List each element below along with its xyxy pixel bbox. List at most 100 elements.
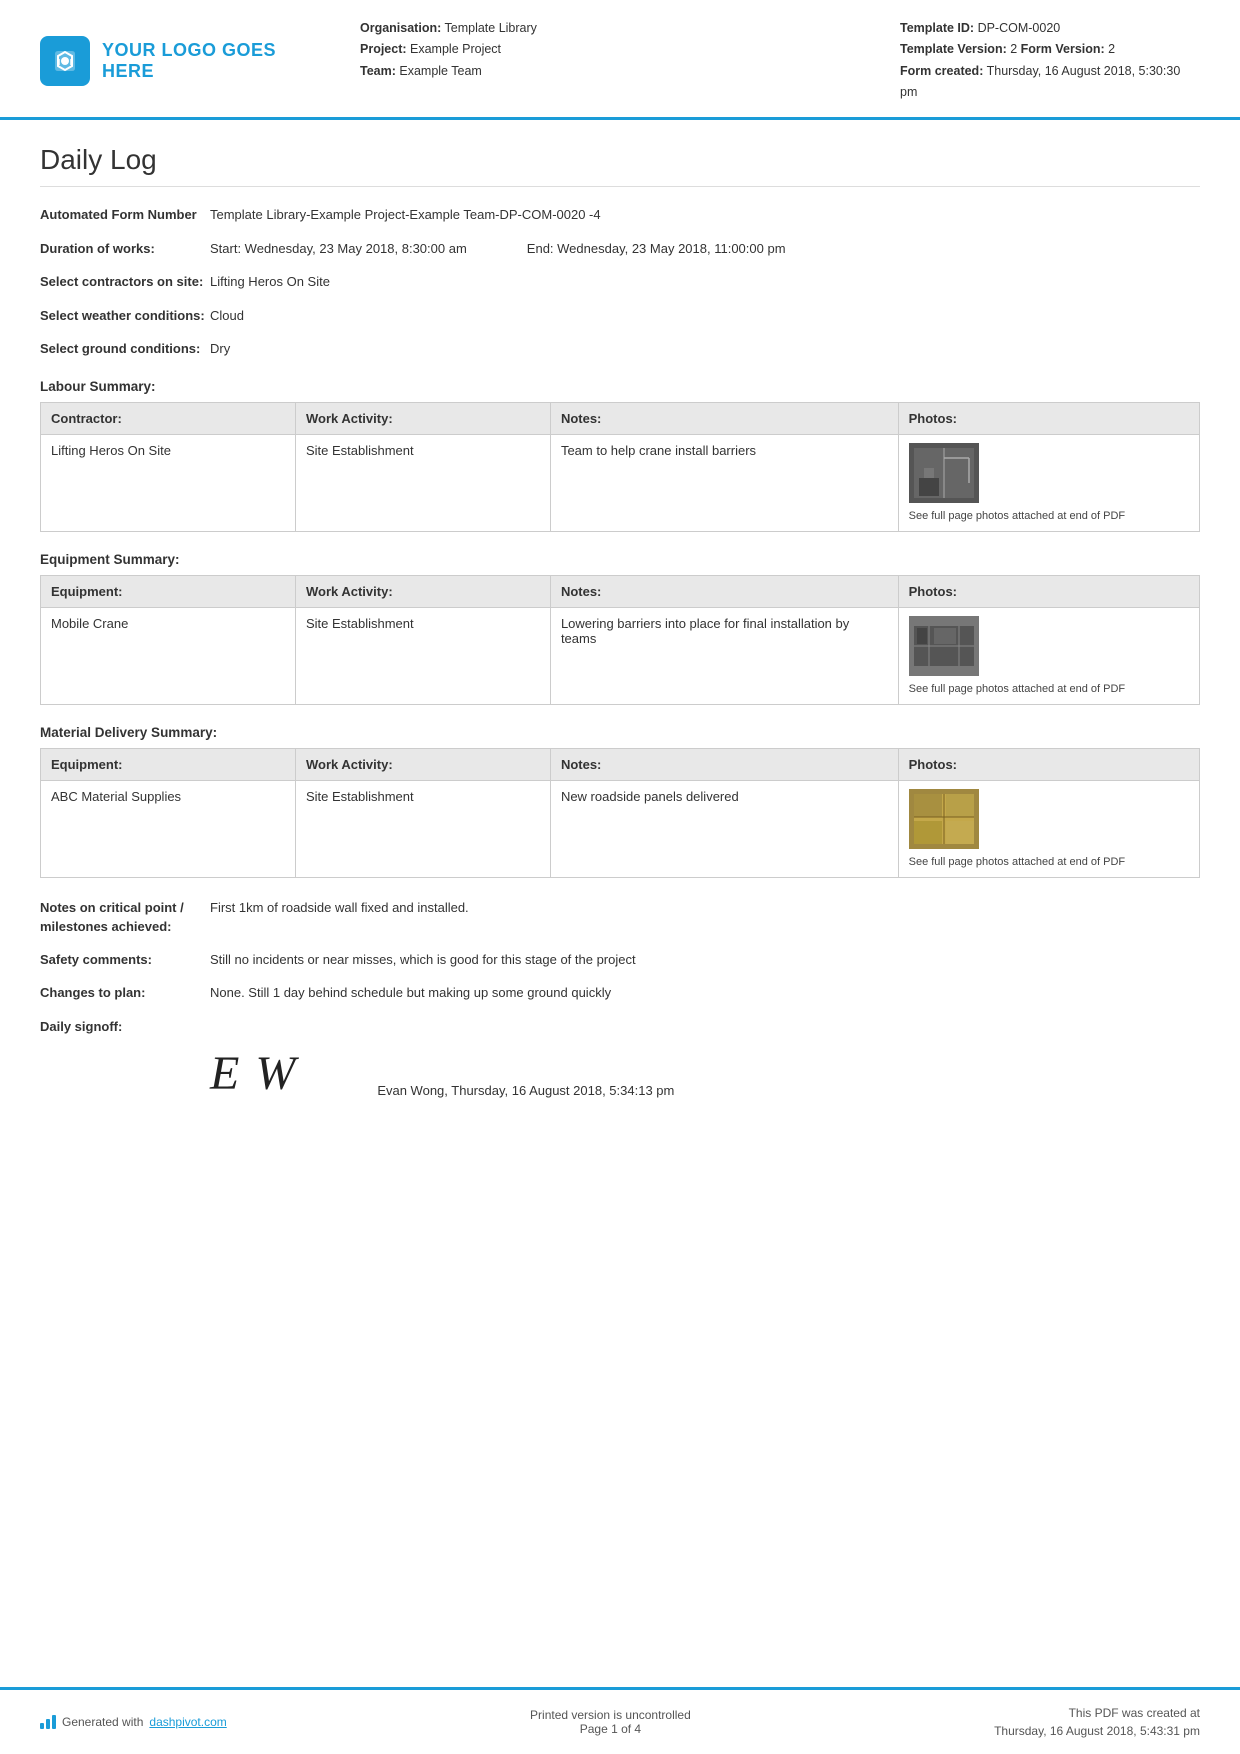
crane-photo-svg [909, 443, 979, 503]
photo-thumb-crane [909, 443, 979, 503]
form-number-label: Automated Form Number [40, 205, 210, 224]
duration-value: Start: Wednesday, 23 May 2018, 8:30:00 a… [210, 239, 1200, 259]
panels-photo-svg [909, 789, 979, 849]
equipment-photo-caption-1: See full page photos attached at end of … [909, 682, 1189, 696]
ground-value: Dry [210, 339, 1200, 359]
equipment-row-1: Mobile Crane Site Establishment Lowering… [41, 607, 1200, 704]
footer-center-line1: Printed version is uncontrolled [530, 1708, 691, 1722]
duration-start: Start: Wednesday, 23 May 2018, 8:30:00 a… [210, 239, 467, 259]
equipment-photos-1: See full page photos attached at end of … [898, 607, 1199, 704]
logo-area: YOUR LOGO GOES HERE [40, 18, 320, 103]
weather-label: Select weather conditions: [40, 306, 210, 325]
contractors-value: Lifting Heros On Site [210, 272, 1200, 292]
org-row: Organisation: Template Library [360, 18, 880, 39]
labour-col-notes: Notes: [550, 402, 898, 434]
signoff-name: Evan Wong, Thursday, 16 August 2018, 5:3… [377, 1083, 674, 1102]
photo-thumb-panels [909, 789, 979, 849]
logo-text: YOUR LOGO GOES HERE [102, 40, 320, 82]
page-footer: Generated with dashpivot.com Printed ver… [0, 1687, 1240, 1754]
signoff-label: Daily signoff: [40, 1017, 210, 1036]
footer-right-line2: Thursday, 16 August 2018, 5:43:31 pm [994, 1722, 1200, 1740]
material-col-photos: Photos: [898, 749, 1199, 781]
material-row-1: ABC Material Supplies Site Establishment… [41, 781, 1200, 878]
field-row-weather: Select weather conditions: Cloud [40, 306, 1200, 326]
equipment-col-photos: Photos: [898, 575, 1199, 607]
material-col-activity: Work Activity: [295, 749, 550, 781]
safety-value: Still no incidents or near misses, which… [210, 950, 1200, 970]
signoff-section: Daily signoff: [40, 1017, 1200, 1036]
equipment-summary-table: Equipment: Work Activity: Notes: Photos:… [40, 575, 1200, 705]
equipment-summary-heading: Equipment Summary: [40, 552, 1200, 567]
labour-photo-caption-1: See full page photos attached at end of … [909, 509, 1189, 523]
footer-center: Printed version is uncontrolled Page 1 o… [530, 1708, 691, 1736]
signature-image: E W [210, 1050, 297, 1102]
material-col-equipment: Equipment: [41, 749, 296, 781]
equipment-activity-1: Site Establishment [295, 607, 550, 704]
labour-row-1: Lifting Heros On Site Site Establishment… [41, 434, 1200, 531]
material-photos-1: See full page photos attached at end of … [898, 781, 1199, 878]
form-number-value: Template Library-Example Project-Example… [210, 205, 1200, 225]
footer-right: This PDF was created at Thursday, 16 Aug… [994, 1704, 1200, 1740]
field-row-form-number: Automated Form Number Template Library-E… [40, 205, 1200, 225]
field-row-critical: Notes on critical point / milestones ach… [40, 898, 1200, 935]
template-version-row: Template Version: 2 Form Version: 2 [900, 39, 1200, 60]
duration-end: End: Wednesday, 23 May 2018, 11:00:00 pm [527, 239, 786, 259]
safety-label: Safety comments: [40, 950, 210, 969]
main-content: Daily Log Automated Form Number Template… [0, 120, 1240, 1687]
equipment-col-notes: Notes: [550, 575, 898, 607]
team-row: Team: Example Team [360, 61, 880, 82]
signature-area: E W Evan Wong, Thursday, 16 August 2018,… [210, 1050, 1200, 1102]
labour-col-activity: Work Activity: [295, 402, 550, 434]
field-row-ground: Select ground conditions: Dry [40, 339, 1200, 359]
labour-notes-1: Team to help crane install barriers [550, 434, 898, 531]
duration-row: Start: Wednesday, 23 May 2018, 8:30:00 a… [210, 239, 1200, 259]
material-col-notes: Notes: [550, 749, 898, 781]
barriers-photo-svg [909, 616, 979, 676]
form-title: Daily Log [40, 144, 1200, 187]
labour-col-contractor: Contractor: [41, 402, 296, 434]
field-row-safety: Safety comments: Still no incidents or n… [40, 950, 1200, 970]
labour-summary-table: Contractor: Work Activity: Notes: Photos… [40, 402, 1200, 532]
labour-col-photos: Photos: [898, 402, 1199, 434]
labour-photos-1: See full page photos attached at end of … [898, 434, 1199, 531]
labour-summary-heading: Labour Summary: [40, 379, 1200, 394]
equipment-table-header: Equipment: Work Activity: Notes: Photos: [41, 575, 1200, 607]
page-header: YOUR LOGO GOES HERE Organisation: Templa… [0, 0, 1240, 120]
ground-label: Select ground conditions: [40, 339, 210, 358]
equipment-col-equipment: Equipment: [41, 575, 296, 607]
weather-value: Cloud [210, 306, 1200, 326]
duration-label: Duration of works: [40, 239, 210, 258]
material-activity-1: Site Establishment [295, 781, 550, 878]
header-right: Template ID: DP-COM-0020 Template Versio… [880, 18, 1200, 103]
equipment-name-1: Mobile Crane [41, 607, 296, 704]
photo-thumb-barriers [909, 616, 979, 676]
labour-activity-1: Site Establishment [295, 434, 550, 531]
equipment-col-activity: Work Activity: [295, 575, 550, 607]
template-id-row: Template ID: DP-COM-0020 [900, 18, 1200, 39]
critical-value: First 1km of roadside wall fixed and ins… [210, 898, 1200, 918]
changes-label: Changes to plan: [40, 983, 210, 1002]
equipment-notes-1: Lowering barriers into place for final i… [550, 607, 898, 704]
footer-center-line2: Page 1 of 4 [530, 1722, 691, 1736]
material-photo-caption-1: See full page photos attached at end of … [909, 855, 1189, 869]
labour-table-header: Contractor: Work Activity: Notes: Photos… [41, 402, 1200, 434]
field-row-contractors: Select contractors on site: Lifting Hero… [40, 272, 1200, 292]
material-notes-1: New roadside panels delivered [550, 781, 898, 878]
changes-value: None. Still 1 day behind schedule but ma… [210, 983, 1200, 1003]
logo-svg [50, 46, 80, 76]
material-summary-heading: Material Delivery Summary: [40, 725, 1200, 740]
critical-label: Notes on critical point / milestones ach… [40, 898, 210, 935]
labour-contractor-1: Lifting Heros On Site [41, 434, 296, 531]
footer-right-line1: This PDF was created at [994, 1704, 1200, 1722]
field-row-duration: Duration of works: Start: Wednesday, 23 … [40, 239, 1200, 259]
material-table-header: Equipment: Work Activity: Notes: Photos: [41, 749, 1200, 781]
header-meta: Organisation: Template Library Project: … [320, 18, 880, 103]
material-summary-table: Equipment: Work Activity: Notes: Photos:… [40, 748, 1200, 878]
dashpivot-icon [40, 1715, 56, 1729]
contractors-label: Select contractors on site: [40, 272, 210, 291]
logo-icon [40, 36, 90, 86]
dashpivot-link[interactable]: dashpivot.com [149, 1715, 226, 1729]
material-equipment-1: ABC Material Supplies [41, 781, 296, 878]
footer-left: Generated with dashpivot.com [40, 1715, 227, 1729]
generated-text: Generated with [62, 1715, 143, 1729]
